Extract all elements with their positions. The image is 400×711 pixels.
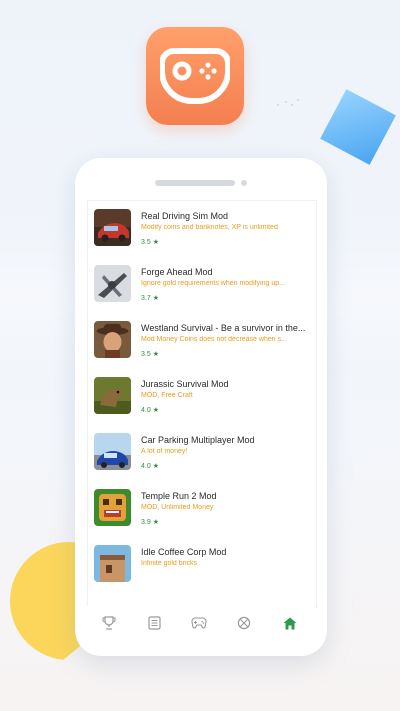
rating: 3.5 ★ xyxy=(141,351,160,358)
mod-description: Ignore gold requirements when modifying … xyxy=(141,280,285,287)
game-thumbnail-dino xyxy=(94,377,131,414)
game-thumbnail-cowboy xyxy=(94,321,131,358)
game-thumbnail-temple xyxy=(94,489,131,526)
nav-tools[interactable] xyxy=(234,614,254,632)
nav-home[interactable] xyxy=(280,614,300,632)
mod-list: Real Driving Sim Mod Modify coins and ba… xyxy=(87,200,317,608)
phone-mockup: Real Driving Sim Mod Modify coins and ba… xyxy=(75,158,327,656)
phone-camera xyxy=(241,180,247,186)
rating: 3.7 ★ xyxy=(141,295,160,302)
list-item[interactable]: Forge Ahead Mod Ignore gold requirements… xyxy=(88,257,316,313)
mod-description: MOD, Unlimited Money xyxy=(141,504,214,511)
star-icon: ★ xyxy=(152,239,160,246)
gamepad-logo-icon xyxy=(160,48,230,104)
gamepad-icon xyxy=(191,617,207,629)
home-icon xyxy=(283,617,297,629)
list-item[interactable]: Westland Survival - Be a survivor in the… xyxy=(88,313,316,369)
list-item[interactable]: Idle Coffee Corp Mod Infinite gold brick… xyxy=(88,537,316,593)
bottom-navigation xyxy=(87,606,315,640)
rating: 3.5 ★ xyxy=(141,239,160,246)
game-title: Westland Survival - Be a survivor in the… xyxy=(141,323,306,333)
nav-games[interactable] xyxy=(189,614,209,632)
game-thumbnail-car xyxy=(94,209,131,246)
game-title: Jurassic Survival Mod xyxy=(141,379,229,389)
phone-speaker xyxy=(155,180,235,186)
list-icon xyxy=(147,616,161,630)
crossed-circle-icon xyxy=(237,616,251,630)
nav-list[interactable] xyxy=(144,614,164,632)
app-logo xyxy=(146,27,244,125)
list-item[interactable]: Jurassic Survival Mod MOD, Free Craft 4.… xyxy=(88,369,316,425)
game-title: Idle Coffee Corp Mod xyxy=(141,547,227,557)
mod-description: A lot of money! xyxy=(141,448,188,455)
game-title: Car Parking Multiplayer Mod xyxy=(141,435,255,445)
game-thumbnail-plane xyxy=(94,265,131,302)
game-thumbnail-parking xyxy=(94,433,131,470)
trophy-icon xyxy=(102,616,116,630)
blue-cube-decoration xyxy=(320,89,396,165)
list-item[interactable]: Temple Run 2 Mod MOD, Unlimited Money 3.… xyxy=(88,481,316,537)
game-thumbnail-coffee xyxy=(94,545,131,582)
list-item[interactable]: Real Driving Sim Mod Modify coins and ba… xyxy=(88,201,316,257)
star-icon: ★ xyxy=(152,351,160,358)
star-icon: ★ xyxy=(152,295,160,302)
mod-description: Mod Money Coins does not decrease when s… xyxy=(141,336,287,343)
mod-description: MOD, Free Craft xyxy=(141,392,193,399)
list-item[interactable]: Car Parking Multiplayer Mod A lot of mon… xyxy=(88,425,316,481)
star-icon: ★ xyxy=(152,463,160,470)
game-title: Temple Run 2 Mod xyxy=(141,491,217,501)
mod-description: Infinite gold bricks xyxy=(141,560,198,567)
nav-trophy[interactable] xyxy=(99,614,119,632)
rating: 3.9 ★ xyxy=(141,519,160,526)
game-title: Real Driving Sim Mod xyxy=(141,211,229,221)
sparkle-decoration xyxy=(277,99,299,106)
game-title: Forge Ahead Mod xyxy=(141,267,213,277)
star-icon: ★ xyxy=(152,519,160,526)
rating: 4.0 ★ xyxy=(141,407,160,414)
mod-description: Modify coins and banknotes, XP is unlimi… xyxy=(141,224,278,231)
rating: 4.0 ★ xyxy=(141,463,160,470)
star-icon: ★ xyxy=(152,407,160,414)
